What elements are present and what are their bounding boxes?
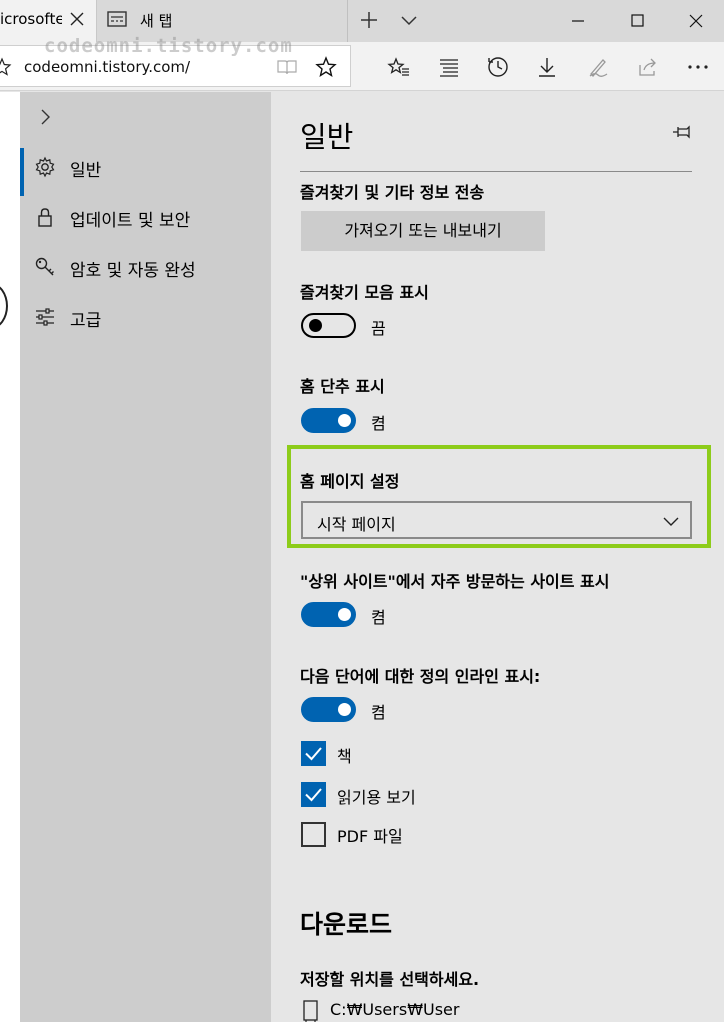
home-button-label: 홈 단추 표시 [300,377,385,396]
expand-chevron-icon[interactable] [34,106,56,128]
address-url[interactable]: codeomni.tistory.com/ [24,58,190,76]
books-checkbox[interactable] [301,741,326,766]
new-tab-page-icon [107,11,127,27]
download-icon[interactable] [535,55,559,79]
settings-pane: 일반 즐겨찾기 및 기타 정보 전송 가져오기 또는 내보내기 즐겨찾기 모음 … [271,92,724,1022]
home-button-toggle[interactable] [301,408,356,433]
favorites-bar-label: 즐겨찾기 모음 표시 [300,283,429,302]
books-checkbox-label: 책 [337,747,352,766]
top-sites-label: "상위 사이트"에서 자주 방문하는 사이트 표시 [300,572,610,591]
favorites-bar-toggle[interactable] [301,313,356,338]
lock-icon [34,206,56,228]
new-tab-plus-icon[interactable] [355,6,383,34]
pdf-files-checkbox-label: PDF 파일 [337,827,403,846]
page-title: 일반 [300,120,354,154]
reading-view-icon[interactable] [276,56,298,78]
inline-definitions-state: 켬 [371,703,386,722]
tab-title: 새 탭 [140,12,173,30]
page-content-edge [0,92,20,1022]
pdf-files-checkbox[interactable] [301,822,326,847]
history-icon[interactable] [486,55,510,79]
toggle-knob [338,703,351,716]
active-indicator [20,148,24,196]
sidebar-item-label: 업데이트 및 보안 [70,211,191,231]
settings-nav: 일반 업데이트 및 보안 암호 및 자동 완성 고급 [20,92,271,1022]
top-sites-state: 켬 [371,608,386,627]
sidebar-item-label: 암호 및 자동 완성 [70,261,196,281]
download-location-label: 저장할 위치를 선택하세요. [300,970,480,989]
hub-list-icon[interactable] [437,55,461,79]
home-page-selected-value: 시작 페이지 [317,515,396,534]
pen-note-icon[interactable] [586,55,610,79]
watermark: codeomni.tistory.com [44,35,293,57]
favorites-bar-state: 끔 [371,319,386,338]
pin-icon[interactable] [670,120,694,144]
toggle-knob [309,319,322,332]
sidebar-item-label: 고급 [70,311,102,331]
favorites-hub-icon[interactable] [387,55,411,79]
sidebar-item-update-security[interactable]: 업데이트 및 보안 [20,194,271,240]
home-page-select[interactable]: 시작 페이지 [301,501,692,539]
favorites-transfer-label: 즐겨찾기 및 기타 정보 전송 [300,183,485,202]
close-tab-icon[interactable] [66,8,88,30]
download-path[interactable]: C:₩Users₩User [330,1000,459,1019]
more-options-icon[interactable] [686,55,710,79]
inline-definitions-label: 다음 단어에 대한 정의 인라인 표시: [300,667,541,686]
gear-icon [34,156,56,178]
home-button-state: 켬 [371,414,386,433]
sidebar-item-label: 일반 [70,161,102,181]
chevron-down-icon [661,511,681,531]
favorite-star-icon [0,56,13,78]
add-favorite-star-icon[interactable] [315,56,337,78]
divider [300,171,692,172]
minimize-button[interactable] [548,0,608,42]
close-window-button[interactable] [666,0,724,42]
import-export-button[interactable]: 가져오기 또는 내보내기 [301,211,545,251]
tab-list-chevron-icon[interactable] [395,6,423,34]
page-circle-shape [0,283,8,329]
key-icon [34,256,56,278]
maximize-button[interactable] [608,0,668,42]
tab-title: icrosofte [0,10,62,28]
top-sites-toggle[interactable] [301,602,356,627]
home-page-label: 홈 페이지 설정 [300,472,400,491]
reading-view-checkbox-label: 읽기용 보기 [337,788,416,807]
inline-definitions-toggle[interactable] [301,697,356,722]
toggle-knob [338,608,351,621]
sidebar-item-advanced[interactable]: 고급 [20,294,271,340]
share-icon[interactable] [636,55,660,79]
drive-icon [302,999,320,1022]
reading-view-checkbox[interactable] [301,782,326,807]
downloads-section-title: 다운로드 [300,910,393,939]
sidebar-item-passwords[interactable]: 암호 및 자동 완성 [20,244,271,290]
sliders-icon [34,306,56,328]
toggle-knob [338,414,351,427]
sidebar-item-general[interactable]: 일반 [20,144,271,196]
